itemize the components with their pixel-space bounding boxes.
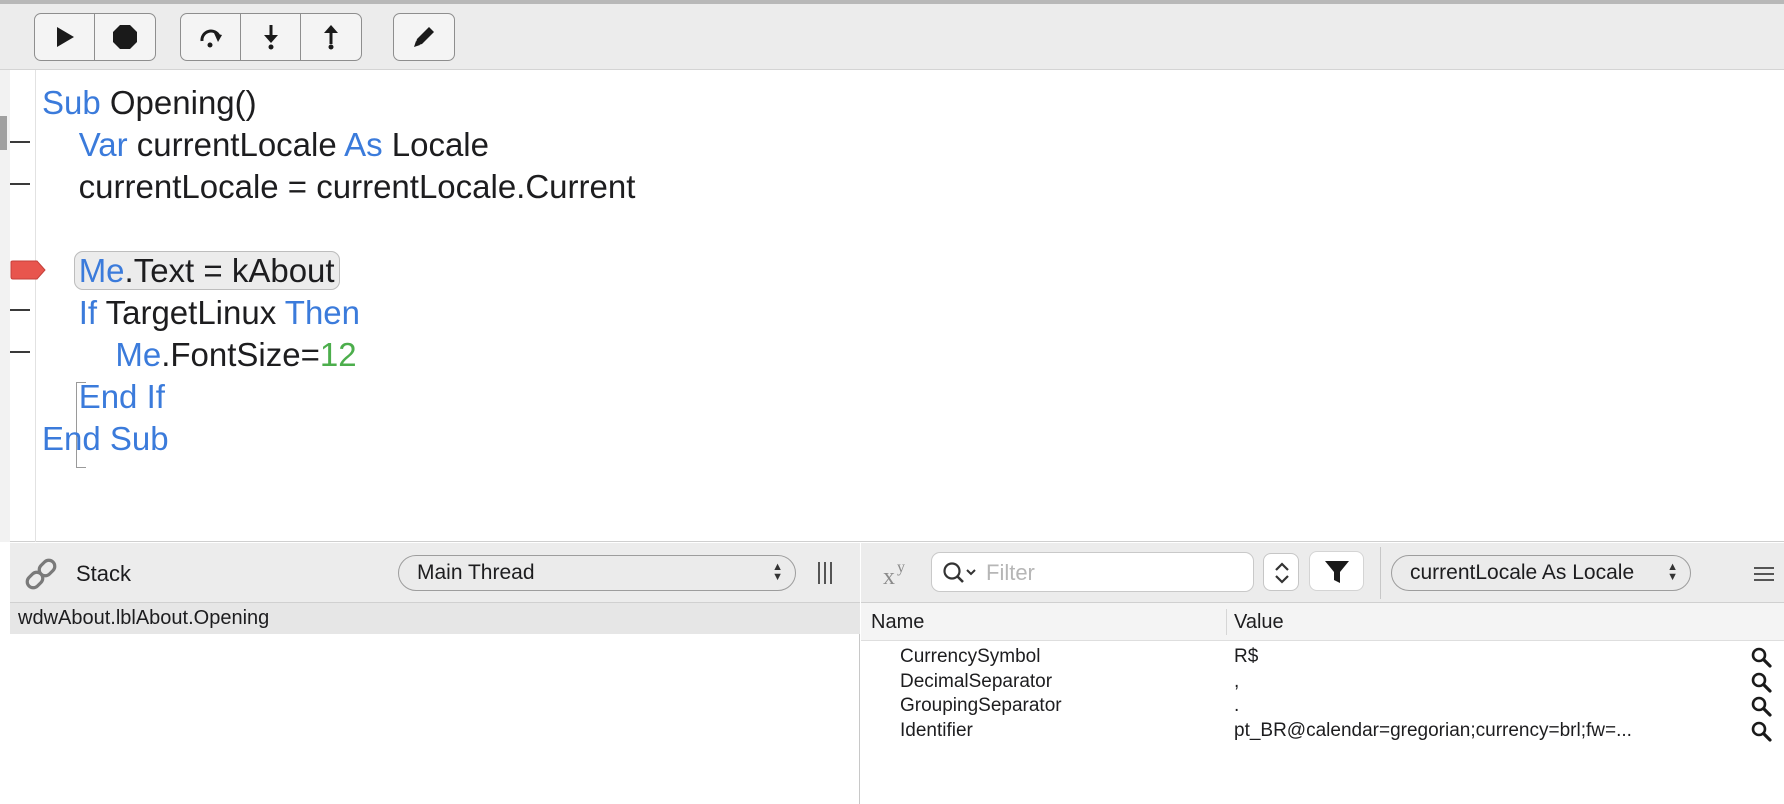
magnifier-icon[interactable] [1750,646,1772,668]
code-keyword: Me [115,336,162,373]
scope-select[interactable]: currentLocale As Locale ▲ ▼ [1391,555,1691,591]
code-keyword: Var [78,126,128,163]
code-token: TargetLinux [97,294,285,331]
code-line[interactable]: currentLocale = currentLocale.Current [42,166,636,208]
code-line[interactable]: End If [42,376,635,418]
code-line[interactable]: Me.FontSize=12 [42,334,635,376]
menu-icon[interactable] [1753,565,1775,583]
step-out-button[interactable] [301,14,361,60]
stack-header: Stack Main Thread ▲ ▼ [10,543,860,603]
debugger-toolbar [0,4,1784,70]
variable-name: Identifier [900,719,973,741]
line-marker [10,141,30,143]
column-value-header[interactable]: Value [1234,603,1284,641]
breakpoint-icon[interactable] [10,260,46,280]
superscript-icon[interactable]: x y [881,557,913,589]
variable-value: pt_BR@calendar=gregorian;currency=brl;fw… [1234,719,1632,741]
step-over-icon [199,29,222,48]
code-keyword: As [344,126,383,163]
code-text: Sub Opening() Var currentLocale As Local… [42,82,635,460]
code-keyword: Me [78,252,125,289]
code-keyword: End Sub [42,420,169,457]
code-line[interactable]: End Sub [42,418,635,460]
thread-select[interactable]: Main Thread ▲ ▼ [398,555,796,591]
svg-text:x: x [883,564,895,589]
editor-scroll-marker [0,116,7,150]
code-line[interactable]: Sub Opening() [42,82,635,124]
code-editor[interactable]: Sub Opening() Var currentLocale As Local… [0,70,1784,542]
column-separator[interactable] [1226,609,1227,635]
chevron-updown-icon: ▲ ▼ [1667,561,1678,583]
play-icon [56,27,74,47]
funnel-icon [1325,561,1349,583]
step-control-group [180,13,362,61]
filter-stepper[interactable] [1263,553,1299,591]
filter-toggle-button[interactable] [1309,551,1364,591]
columns-icon[interactable] [816,561,834,585]
step-in-button[interactable] [241,14,301,60]
code-keyword: Sub [42,84,101,121]
line-marker [10,309,30,311]
run-button[interactable] [35,14,95,60]
link-icon [25,558,57,590]
stack-frame-row[interactable]: wdwAbout.lblAbout.Opening [10,603,860,634]
line-marker [10,351,30,353]
search-icon [943,562,976,583]
edit-control-group [393,13,455,61]
code-token: currentLocale [127,126,345,163]
filter-input[interactable]: Filter [931,552,1254,592]
step-over-button[interactable] [181,14,241,60]
variables-column-header: Name Value [861,603,1784,641]
stack-title: Stack [76,561,132,586]
variables-pane: Name Value CurrencySymbol R$ DecimalSepara… [861,603,1784,804]
thread-select-value: Main Thread [417,561,535,584]
magnifier-icon[interactable] [1750,671,1772,693]
code-token: Locale [382,126,489,163]
step-in-icon [263,25,278,50]
code-token: Opening() [100,84,257,121]
code-token: .FontSize= [161,336,320,373]
variables-header: x y Filter currentLocale As Locale ▲ ▼ [861,543,1784,603]
column-name-header[interactable]: Name [871,603,924,641]
code-line[interactable]: Me.Text = kAbout [42,250,635,292]
line-marker [10,183,30,185]
stop-icon [113,25,137,49]
code-line[interactable]: Var currentLocale As Locale [42,124,635,166]
pencil-icon [414,27,434,47]
stack-pane: Stack Main Thread ▲ ▼ wdwAbout.lblAbout.O… [10,543,860,804]
stop-button[interactable] [95,14,155,60]
code-number: 12 [319,336,357,373]
svg-text:y: y [897,559,905,576]
code-line[interactable]: If TargetLinux Then [42,292,635,334]
edit-code-button[interactable] [394,14,454,60]
code-keyword: Then [284,294,361,331]
header-divider [1380,547,1381,599]
magnifier-icon[interactable] [1750,720,1772,742]
code-keyword: End If [78,378,165,415]
debugger-pane: Stack Main Thread ▲ ▼ wdwAbout.lblAbout.O… [10,543,1784,804]
code-line[interactable] [42,208,635,250]
magnifier-icon[interactable] [1750,695,1772,717]
current-statement-highlight: Me.Text = kAbout [73,251,340,290]
chevron-updown-icon: ▲ ▼ [772,561,783,583]
code-keyword: If [78,294,98,331]
filter-placeholder: Filter [986,560,1035,585]
code-token: .Text = kAbout [124,252,335,289]
run-control-group [34,13,156,61]
chevron-updown-icon [1275,562,1289,584]
variable-row[interactable]: Identifier pt_BR@calendar=gregorian;curre… [861,717,1784,745]
scope-select-value: currentLocale As Locale [1410,561,1635,584]
code-token: currentLocale = currentLocale.Current [42,168,636,205]
step-out-icon [324,25,338,50]
